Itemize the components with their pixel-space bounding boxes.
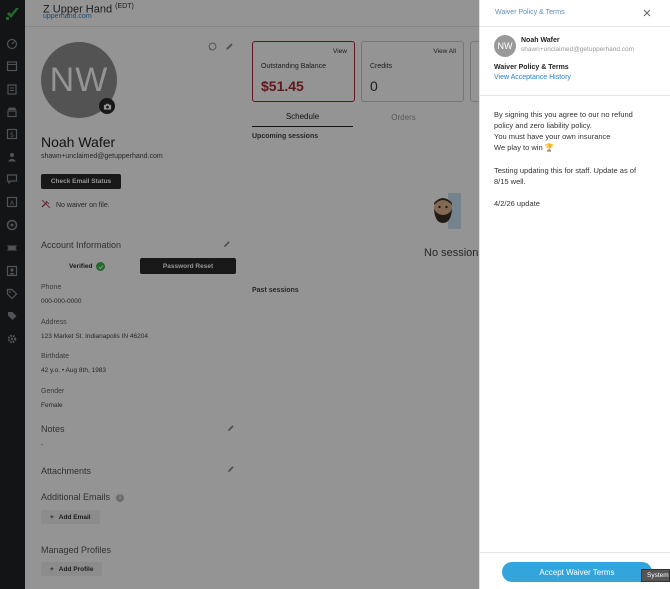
client-avatar: NW [494, 35, 516, 57]
modal-backdrop[interactable] [0, 0, 479, 589]
close-icon[interactable] [642, 8, 652, 18]
system-tooltip: System [641, 569, 670, 582]
policy-line: By signing this you agree to our no refu… [494, 110, 633, 119]
divider [480, 95, 670, 96]
policy-line: 4/2/26 update [494, 199, 540, 208]
policy-line: Testing updating this for staff. Update … [494, 166, 637, 175]
policy-line: 8/15 well. [494, 177, 526, 186]
accept-waiver-button[interactable]: Accept Waiver Terms [502, 562, 652, 582]
divider [480, 552, 670, 553]
drawer-title: Waiver Policy & Terms [495, 9, 565, 16]
divider [480, 26, 670, 27]
drawer-client-name: Noah Wafer [521, 37, 560, 44]
policy-line: We play to win 🏆 [494, 143, 555, 152]
policy-heading: Waiver Policy & Terms [494, 64, 569, 71]
view-acceptance-history-link[interactable]: View Acceptance History [494, 74, 571, 81]
policy-line: You must have your own insurance [494, 132, 611, 141]
policy-line: policy and zero liability policy. [494, 121, 592, 130]
waiver-drawer: Waiver Policy & Terms NW Noah Wafer shaw… [479, 0, 670, 589]
drawer-client-email: shawn+unclaimed@getupperhand.com [521, 46, 635, 53]
